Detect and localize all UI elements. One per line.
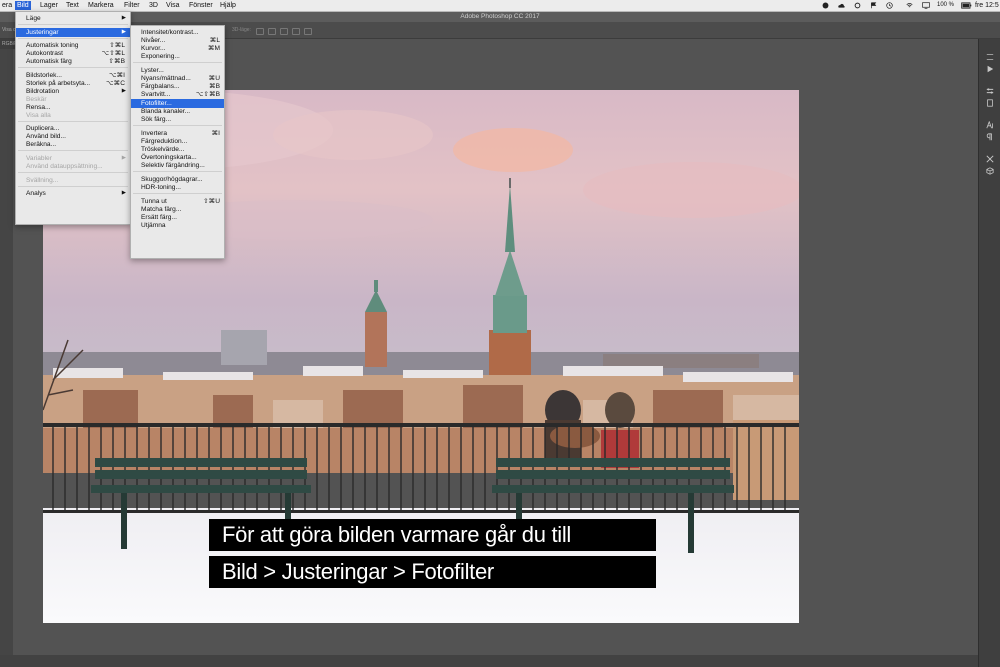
- options-3d-label: 3D-läge:: [232, 27, 251, 33]
- menu-separator: [18, 37, 128, 39]
- menu-item-label: Utjämna: [141, 221, 166, 229]
- menu-separator: [18, 185, 128, 187]
- play-icon[interactable]: [986, 65, 994, 73]
- status-bar: [0, 655, 978, 667]
- submenu-arrow-icon: ▶: [121, 190, 126, 197]
- menu-separator: [133, 62, 222, 64]
- submenu-arrow-icon: ▶: [121, 15, 126, 21]
- 3d-scale-icon[interactable]: [304, 28, 312, 35]
- menu-item-label: Svällning...: [26, 176, 59, 184]
- submenu-arrow-icon: ▶: [121, 28, 126, 35]
- menu-item-0[interactable]: era: [0, 1, 14, 10]
- bild-menu: Läge ▶ Justeringar ▶ Automatisk toning ⇧⌘L Aut…: [15, 11, 131, 225]
- clock-text: fre 12:5: [975, 2, 999, 9]
- clock-icon[interactable]: [886, 2, 893, 9]
- sync-icon[interactable]: [854, 2, 861, 9]
- 3d-roll-icon[interactable]: [268, 28, 276, 35]
- paragraph-icon[interactable]: [986, 133, 994, 141]
- menu-separator: [133, 192, 222, 194]
- menu-item-3d[interactable]: 3D: [147, 1, 160, 10]
- 3d-pan-icon[interactable]: [280, 28, 288, 35]
- right-panel-dock: [978, 39, 1000, 667]
- menu-separator: [18, 120, 128, 122]
- menu-separator: [133, 171, 222, 172]
- 3d-rotate-icon[interactable]: [256, 28, 264, 35]
- 3d-slide-icon[interactable]: [292, 28, 300, 35]
- menu-item-label: HDR-toning...: [141, 183, 181, 191]
- menu-item-label: Beräkna...: [26, 141, 57, 149]
- menu-item-hjalp[interactable]: Hjälp: [218, 1, 238, 10]
- menu-item-utjämna[interactable]: Utjämna: [131, 221, 224, 230]
- menu-item-beräkna[interactable]: Beräkna...: [16, 140, 130, 149]
- menu-item-markera[interactable]: Markera: [86, 1, 116, 10]
- menu-item-text[interactable]: Text: [64, 1, 81, 10]
- tools-panel: [0, 39, 13, 667]
- menu-separator: [18, 24, 128, 25]
- character-icon[interactable]: [986, 121, 994, 129]
- menu-item-label: Selektiv färgändring...: [141, 161, 205, 169]
- menu-item-hdr-toning[interactable]: HDR-toning...: [131, 183, 224, 192]
- menu-item-läge[interactable]: Läge ▶: [16, 14, 130, 23]
- window-title-bar: Adobe Photoshop CC 2017: [0, 12, 1000, 22]
- menu-item-automatisk-färg[interactable]: Automatisk färg ⇧⌘B: [16, 57, 130, 66]
- caption-line-2: Bild > Justeringar > Fotofilter: [209, 556, 656, 588]
- 3d-cube-icon[interactable]: [986, 167, 994, 175]
- battery-percent: 100 %: [937, 2, 955, 8]
- display-icon[interactable]: [921, 2, 931, 9]
- menu-separator: [18, 150, 128, 152]
- record-icon[interactable]: [822, 2, 829, 9]
- menu-item-label: Exponering...: [141, 53, 180, 61]
- justeringar-submenu: Intensitet/kontrast... Nivåer... ⌘L Kurvor.…: [130, 25, 225, 259]
- menu-item-label: Automatisk färg: [26, 58, 72, 66]
- menu-item-filter[interactable]: Filter: [122, 1, 142, 10]
- window-title: Adobe Photoshop CC 2017: [460, 13, 540, 20]
- menu-separator: [18, 67, 128, 69]
- collapse-panels-icon[interactable]: [986, 53, 994, 61]
- menu-item-label: Analys: [26, 190, 46, 198]
- menu-item-exponering[interactable]: Exponering...: [131, 52, 224, 61]
- menu-item-label: Sök färg...: [141, 115, 172, 123]
- menu-bar: era Bild Lager Text Markera Filter 3D Vi…: [0, 0, 1000, 12]
- tools-icon[interactable]: [986, 155, 994, 163]
- brush-settings-icon[interactable]: [986, 99, 994, 107]
- menu-item-svällning: Svällning...: [16, 176, 130, 185]
- menu-item-visa-alla: Visa alla: [16, 111, 130, 120]
- menu-item-justeringar[interactable]: Justeringar ▶: [16, 27, 130, 37]
- menu-shortcut: ⇧⌘B: [108, 58, 125, 66]
- flag-icon[interactable]: [870, 2, 877, 9]
- menu-item-bild[interactable]: Bild: [15, 1, 31, 10]
- menu-item-label: Läge: [26, 15, 41, 22]
- menu-item-använd-datauppsättning: Använd datauppsättning...: [16, 162, 130, 171]
- menu-item-sök-färg[interactable]: Sök färg...: [131, 115, 224, 124]
- menu-item-label: Visa alla: [26, 111, 51, 119]
- menu-separator: [18, 172, 128, 173]
- caption-line-1: För att göra bilden varmare går du till: [209, 519, 656, 551]
- menu-separator: [133, 124, 222, 126]
- adjustments-icon[interactable]: [986, 87, 994, 95]
- menu-item-selektiv-färgändring[interactable]: Selektiv färgändring...: [131, 161, 224, 170]
- menu-item-visa[interactable]: Visa: [164, 1, 182, 10]
- menu-item-label: Justeringar: [26, 28, 59, 36]
- menu-item-label: Använd datauppsättning...: [26, 163, 103, 170]
- wifi-icon[interactable]: [906, 2, 913, 9]
- battery-icon[interactable]: [961, 2, 972, 9]
- cloud-icon[interactable]: [838, 2, 845, 9]
- menu-item-fonster[interactable]: Fönster: [187, 1, 215, 10]
- menu-item-analys[interactable]: Analys ▶: [16, 189, 130, 198]
- menu-item-lager[interactable]: Lager: [38, 1, 60, 10]
